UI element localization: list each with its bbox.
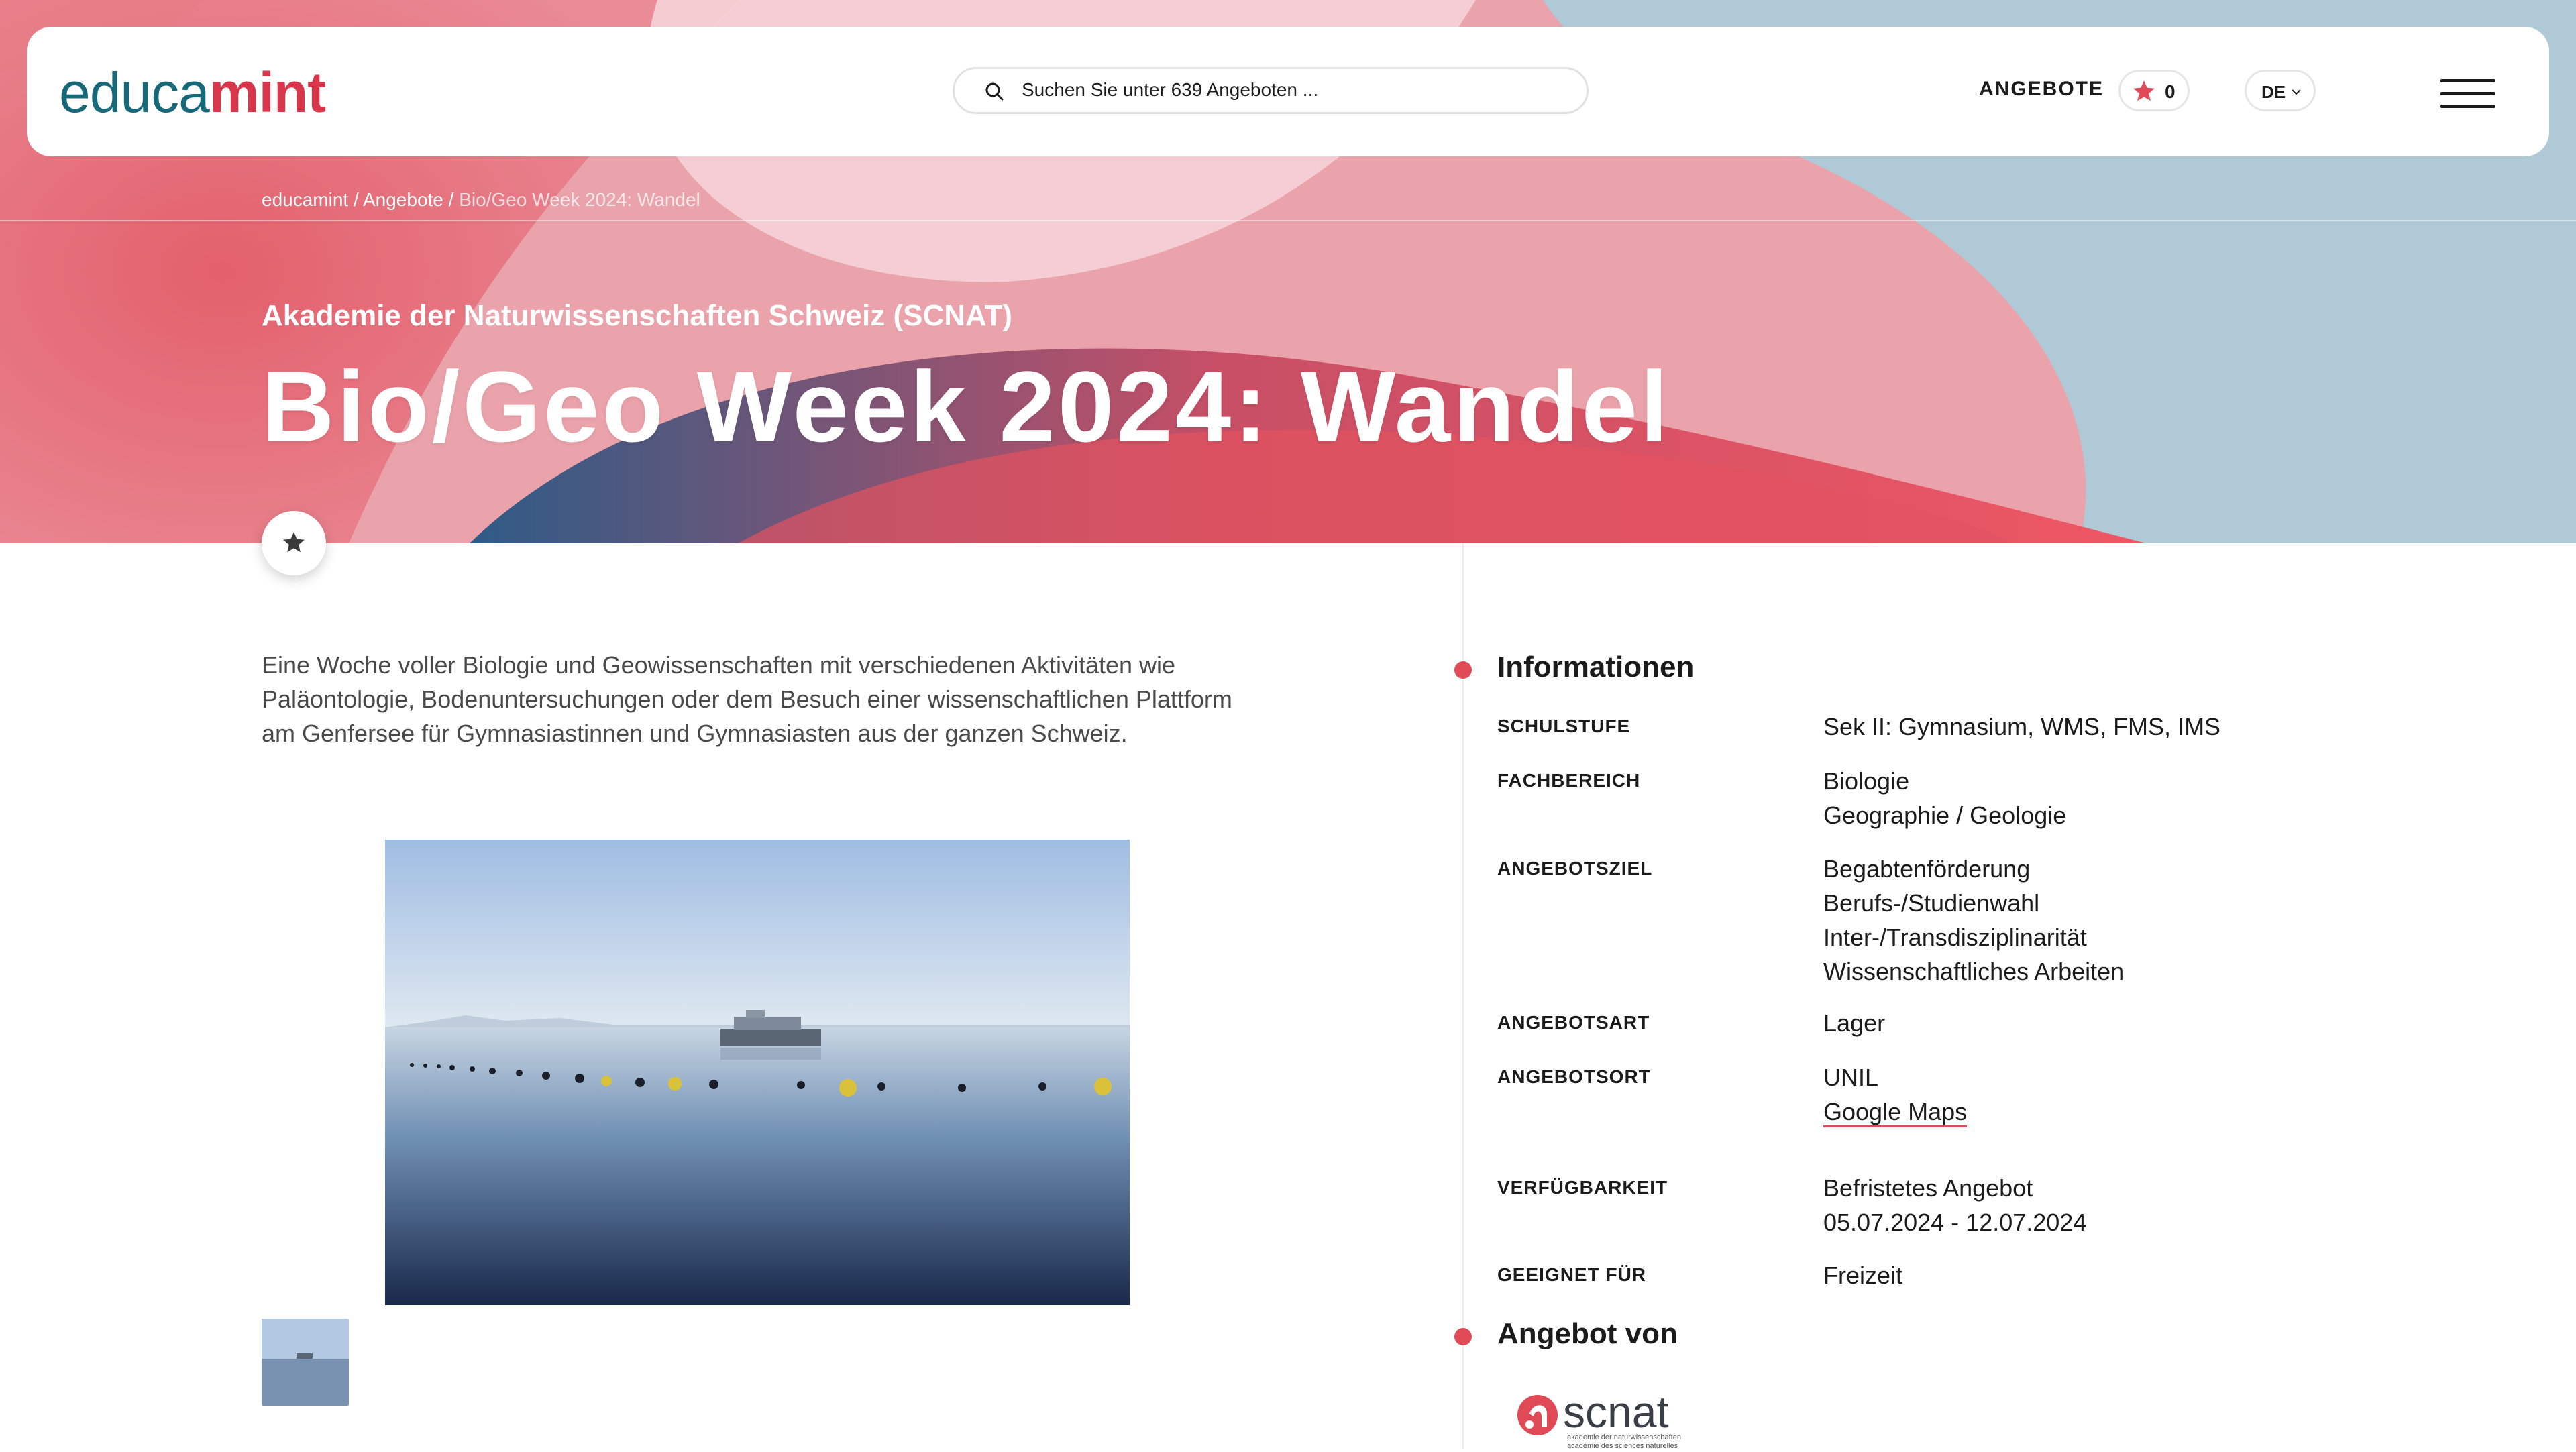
- star-icon: [283, 532, 305, 553]
- search-input[interactable]: Suchen Sie unter 639 Angeboten ...: [953, 67, 1589, 114]
- top-navigation-bar: educamint Suchen Sie unter 639 Angeboten…: [27, 27, 2549, 156]
- hero-banner: educamint Suchen Sie unter 639 Angeboten…: [0, 0, 2576, 543]
- language-label: DE: [2261, 82, 2286, 102]
- breadcrumb-home[interactable]: educamint: [262, 189, 348, 210]
- scnat-subtitle-2: académie des sciences naturelles: [1567, 1442, 1678, 1449]
- value-angebotsart: Lager: [1823, 1009, 1886, 1037]
- value-fachbereich: Biologie Geographie / Geologie: [1823, 767, 2067, 829]
- search-icon: [985, 82, 1004, 101]
- label-angebotsort: ANGEBOTSORT: [1497, 1066, 1651, 1087]
- add-to-favorites-button[interactable]: [262, 511, 326, 575]
- search-placeholder: Suchen Sie unter 639 Angeboten ...: [1022, 79, 1319, 100]
- favorites-button[interactable]: 0: [2118, 70, 2190, 111]
- nav-angebote-link[interactable]: ANGEBOTE: [1979, 78, 2104, 101]
- value-angebotsziel: Begabtenförderung Berufs-/Studienwahl In…: [1823, 855, 2125, 985]
- label-geeignet-fuer: GEEIGNET FÜR: [1497, 1264, 1647, 1285]
- star-icon: [2133, 80, 2155, 101]
- scnat-wordmark: scnat: [1563, 1387, 1669, 1437]
- label-verfuegbarkeit: VERFÜGBARKEIT: [1497, 1177, 1668, 1198]
- breadcrumb-current: Bio/Geo Week 2024: Wandel: [459, 189, 700, 210]
- menu-icon[interactable]: [2440, 79, 2496, 109]
- column-divider: [1462, 543, 1464, 1449]
- scnat-subtitle-1: akademie der naturwissenschaften: [1567, 1433, 1681, 1441]
- breadcrumb-divider: [0, 220, 2576, 221]
- offer-description: Eine Woche voller Biologie und Geowissen…: [262, 651, 1232, 747]
- value-geeignet-fuer: Freizeit: [1823, 1262, 1903, 1289]
- informationen-bullet: [1454, 661, 1472, 679]
- value-verfuegbarkeit: Befristetes Angebot 05.07.2024 - 12.07.2…: [1823, 1174, 2087, 1236]
- breadcrumb: educamint / Angebote / Bio/Geo Week 2024…: [262, 189, 700, 210]
- label-angebotsziel: ANGEBOTSZIEL: [1497, 858, 1653, 879]
- educamint-logo[interactable]: educamint: [59, 60, 326, 125]
- google-maps-link[interactable]: Google Maps: [1823, 1098, 1968, 1127]
- chevron-down-icon: [2292, 89, 2301, 95]
- scnat-logo[interactable]: scnat akademie der naturwissenschaften a…: [1516, 1387, 1744, 1450]
- language-selector[interactable]: DE: [2245, 70, 2316, 111]
- provider-name: Akademie der Naturwissenschaften Schweiz…: [262, 299, 1013, 332]
- page-title: Bio/Geo Week 2024: Wandel: [262, 350, 1671, 463]
- thumbnail-photo: [262, 1319, 349, 1406]
- angebot-von-heading: Angebot von: [1497, 1317, 1678, 1350]
- value-angebotsort: UNIL Google Maps: [1823, 1060, 1968, 1129]
- scnat-logo-mark: scnat akademie der naturwissenschaften a…: [1517, 1387, 1681, 1450]
- angebot-von-bullet: [1454, 1328, 1472, 1345]
- image-thumbnail[interactable]: [262, 1319, 349, 1406]
- breadcrumb-angebote[interactable]: Angebote: [363, 189, 443, 210]
- value-schulstufe: Sek II: Gymnasium, WMS, FMS, IMS: [1823, 713, 2221, 740]
- label-fachbereich: FACHBEREICH: [1497, 770, 1641, 791]
- label-angebotsart: ANGEBOTSART: [1497, 1012, 1650, 1033]
- offer-image[interactable]: [385, 840, 1130, 1305]
- informationen-heading: Informationen: [1497, 651, 1695, 683]
- favorites-count: 0: [2165, 81, 2176, 102]
- lake-platform-photo: [385, 840, 1130, 1305]
- label-schulstufe: SCHULSTUFE: [1497, 716, 1631, 736]
